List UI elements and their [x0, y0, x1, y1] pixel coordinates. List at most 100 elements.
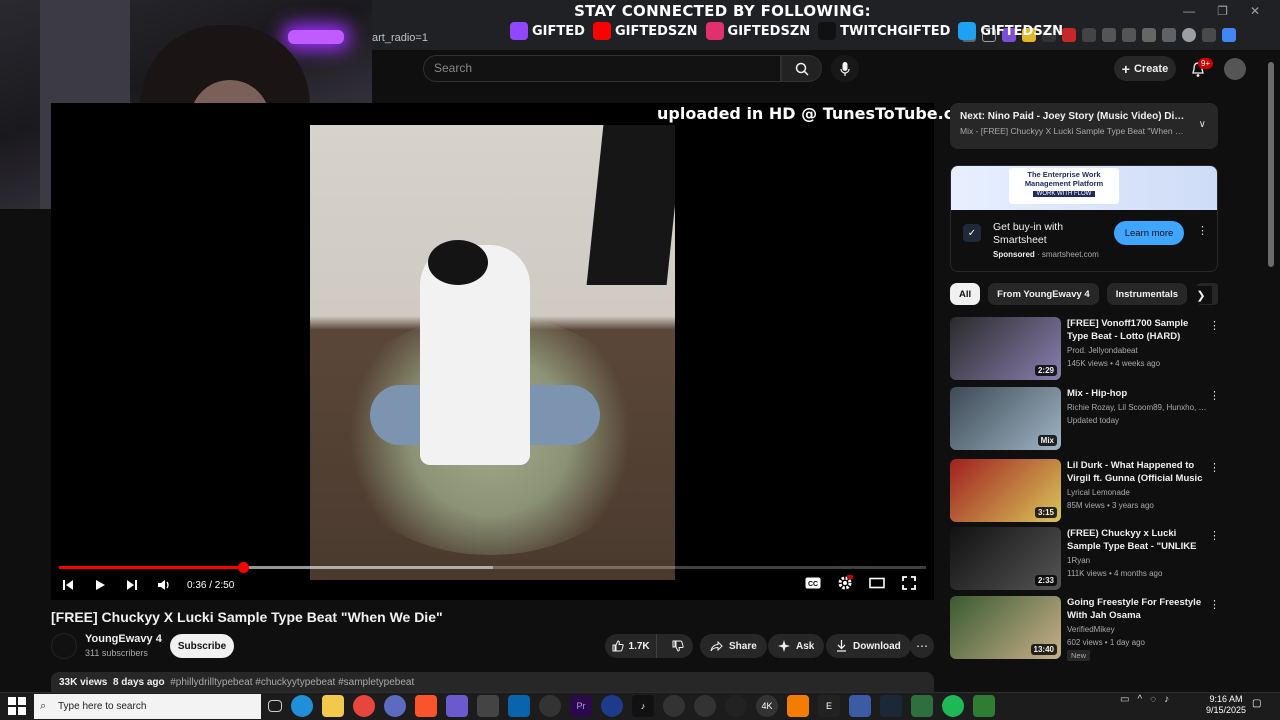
scrollbar-thumb[interactable]	[1268, 62, 1274, 267]
play-button[interactable]	[91, 576, 109, 594]
recommendation-title[interactable]: Mix - Hip-hop	[1067, 387, 1207, 400]
voice-search-button[interactable]	[831, 55, 859, 82]
app-icon[interactable]	[849, 695, 871, 717]
app-icon[interactable]	[384, 695, 406, 717]
recommendation-item[interactable]: 2:29 [FREE] Vonoff1700 Sample Type Beat -…	[950, 317, 1220, 383]
up-next-panel[interactable]: Next: Nino Paid - Joey Story (Music Vide…	[950, 103, 1218, 149]
recommendation-channel[interactable]: VerifiedMikey	[1067, 625, 1207, 634]
store-icon[interactable]	[477, 695, 499, 717]
more-actions-button[interactable]: ⋯	[910, 634, 934, 658]
outlook-icon[interactable]	[508, 695, 530, 717]
recommendation-channel[interactable]: Richie Rozay, Lil Scoom89, Hunxho, and .…	[1067, 403, 1207, 412]
extension-icon[interactable]	[1102, 28, 1116, 42]
recommendation-channel[interactable]: 1Ryan	[1067, 556, 1207, 565]
dislike-button[interactable]	[663, 634, 693, 658]
task-view-icon[interactable]	[268, 700, 282, 712]
chrome-icon[interactable]	[353, 695, 375, 717]
more-options-icon[interactable]: ⋮	[1209, 389, 1220, 402]
description-box[interactable]: 33K views 8 days ago #phillydrilltypebea…	[51, 672, 934, 692]
puzzle-icon[interactable]	[1162, 28, 1176, 42]
file-explorer-icon[interactable]	[322, 695, 344, 717]
minimize-button[interactable]: —	[1183, 4, 1195, 18]
hashtags[interactable]: #phillydrilltypebeat #chuckyytypebeat #s…	[170, 677, 414, 688]
premiere-icon[interactable]: Pr	[570, 695, 592, 717]
next-button[interactable]	[123, 576, 141, 594]
extension-icon[interactable]	[1142, 28, 1156, 42]
chip-instrumentals[interactable]: Instrumentals	[1106, 283, 1187, 305]
recommendation-channel[interactable]: Prod. Jellyondabeat	[1067, 346, 1207, 355]
more-options-icon[interactable]: ⋮	[1209, 598, 1220, 611]
chevron-up-icon[interactable]: ^	[1137, 694, 1142, 705]
app-icon[interactable]	[694, 695, 716, 717]
recommendation-title[interactable]: (FREE) Chuckyy x Lucki Sample Type Beat …	[1067, 527, 1207, 553]
recommendation-title[interactable]: Going Freestyle For Freestyle With Jah O…	[1067, 596, 1207, 622]
recommendation-item[interactable]: 2:33 (FREE) Chuckyy x Lucki Sample Type B…	[950, 527, 1220, 593]
video-thumbnail[interactable]: 2:33	[950, 527, 1061, 590]
recommendation-item[interactable]: 3:15 Lil Durk - What Happened to Virgil f…	[950, 459, 1220, 525]
app-icon[interactable]	[539, 695, 561, 717]
extension-icon[interactable]	[1062, 28, 1076, 42]
video-thumbnail[interactable]: 3:15	[950, 459, 1061, 522]
app-icon[interactable]	[973, 695, 995, 717]
battery-icon[interactable]: ▭	[1120, 694, 1129, 705]
share-button[interactable]: Share	[700, 634, 767, 658]
app-icon[interactable]	[787, 695, 809, 717]
chevron-down-icon[interactable]: ∨	[1199, 119, 1206, 130]
profile-avatar[interactable]	[1182, 28, 1196, 42]
restore-button[interactable]: ❐	[1217, 4, 1228, 18]
chip-from-channel[interactable]: From YoungEwavy 4	[988, 283, 1099, 305]
video-thumbnail[interactable]: 2:29	[950, 317, 1061, 380]
fullscreen-button[interactable]	[900, 574, 918, 592]
settings-button[interactable]	[836, 574, 854, 592]
volume-icon[interactable]: ♪	[1164, 694, 1169, 705]
sponsored-ad[interactable]: The Enterprise Work Management Platform …	[950, 165, 1218, 272]
recommendation-channel[interactable]: Lyrical Lemonade	[1067, 488, 1207, 497]
extension-icon[interactable]	[1122, 28, 1136, 42]
gemini-icon[interactable]	[1222, 28, 1236, 42]
close-button[interactable]: ✕	[1250, 4, 1260, 18]
previous-button[interactable]	[59, 576, 77, 594]
taskbar-clock[interactable]: 9:16 AM 9/15/2025	[1200, 694, 1252, 716]
theater-mode-button[interactable]	[868, 574, 886, 592]
more-options-icon[interactable]: ⋮	[1209, 461, 1220, 474]
more-options-icon[interactable]: ⋮	[1209, 529, 1220, 542]
subscribe-button[interactable]: Subscribe	[170, 634, 234, 658]
volume-button[interactable]	[155, 576, 173, 594]
tiktok-icon[interactable]: ♪	[632, 695, 654, 717]
chip-all[interactable]: All	[950, 283, 981, 305]
download-button[interactable]: Download	[826, 634, 911, 658]
app-icon[interactable]	[446, 695, 468, 717]
scrubber-handle[interactable]	[237, 562, 249, 573]
epic-games-icon[interactable]: E	[818, 695, 840, 717]
recommendation-item[interactable]: 13:40 Going Freestyle For Freestyle With …	[950, 596, 1220, 662]
search-input[interactable]: Search	[423, 55, 781, 82]
more-options-icon[interactable]: ⋮	[1209, 319, 1220, 332]
video-thumbnail[interactable]: Mix	[950, 387, 1061, 450]
taskbar-search-input[interactable]: Type here to search	[34, 694, 261, 719]
recommendation-title[interactable]: Lil Durk - What Happened to Virgil ft. G…	[1067, 459, 1207, 485]
app-icon[interactable]	[911, 695, 933, 717]
spotify-icon[interactable]	[942, 695, 964, 717]
account-avatar[interactable]	[1224, 58, 1246, 80]
extension-icon[interactable]	[1082, 28, 1096, 42]
sidebar-icon[interactable]	[1202, 28, 1216, 42]
ad-title[interactable]: Get buy-in with Smartsheet	[993, 221, 1088, 247]
ask-button[interactable]: Ask	[768, 634, 825, 658]
steam-icon[interactable]	[880, 695, 902, 717]
recommendation-item[interactable]: Mix Mix - Hip-hop Richie Rozay, Lil Scoom8…	[950, 387, 1220, 453]
ad-menu-icon[interactable]: ⋮	[1197, 224, 1208, 237]
channel-name[interactable]: YoungEwavy 4	[85, 633, 162, 645]
ad-banner-image[interactable]: The Enterprise Work Management Platform …	[951, 166, 1217, 210]
app-icon[interactable]: 4K	[756, 695, 778, 717]
channel-avatar[interactable]	[51, 633, 77, 659]
video-thumbnail[interactable]: 13:40	[950, 596, 1061, 659]
windows-start-icon[interactable]	[8, 697, 26, 715]
brave-icon[interactable]	[415, 695, 437, 717]
notification-center-icon[interactable]: ▢	[1252, 698, 1266, 712]
network-icon[interactable]: ◌	[1150, 694, 1156, 705]
chevron-right-icon[interactable]: ❯	[1190, 286, 1212, 304]
learn-more-button[interactable]: Learn more	[1114, 221, 1184, 245]
app-icon[interactable]	[601, 695, 623, 717]
captions-button[interactable]: CC	[804, 574, 822, 592]
search-button[interactable]	[781, 55, 822, 82]
